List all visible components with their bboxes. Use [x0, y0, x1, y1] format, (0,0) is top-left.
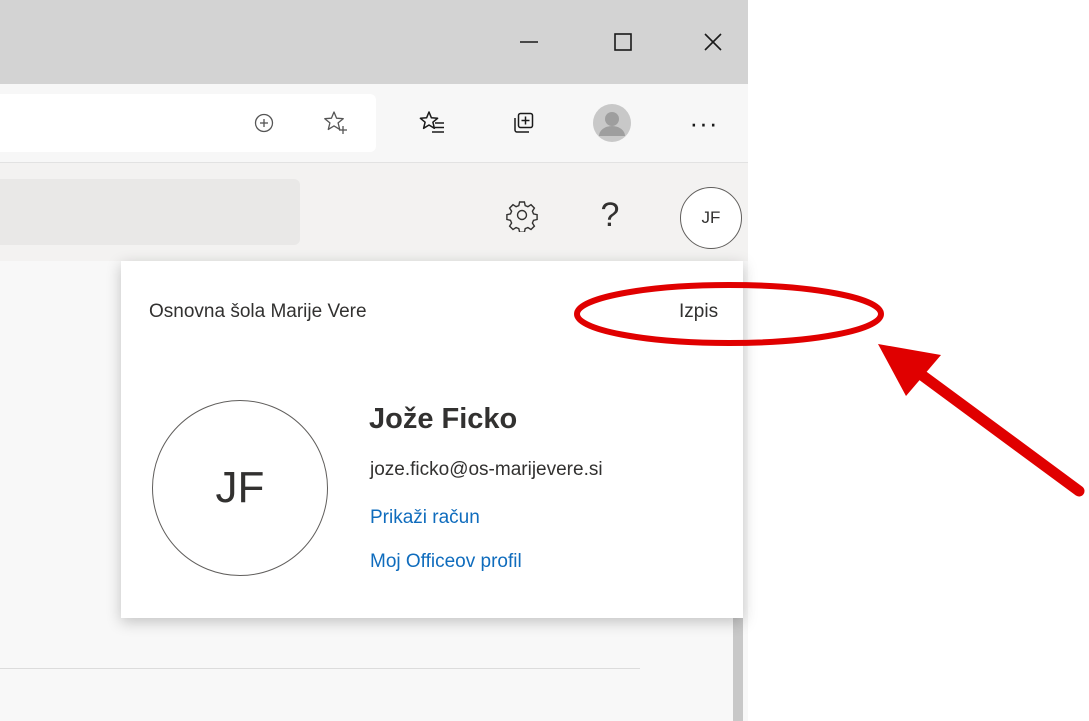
collections-icon: [514, 112, 534, 133]
profile-icon: [593, 104, 631, 142]
pointer-arrow: [878, 344, 1085, 497]
minimize-icon: [520, 41, 538, 43]
account-manager-card: Osnovna šola Marije Vere Izpis JF Jože F…: [121, 261, 743, 618]
close-button[interactable]: [668, 0, 758, 84]
profile-button[interactable]: [590, 101, 634, 145]
add-icon: [254, 113, 274, 133]
gear-icon: [506, 201, 538, 232]
browser-title-bar: [0, 0, 748, 84]
sign-out-link[interactable]: Izpis: [679, 301, 718, 323]
favorites-button[interactable]: [410, 101, 454, 145]
help-button[interactable]: ?: [590, 189, 630, 241]
office-profile-link[interactable]: Moj Officeov profil: [370, 551, 522, 573]
content-divider: [0, 668, 640, 669]
account-avatar-button[interactable]: JF: [680, 187, 742, 249]
favorites-list-icon: [419, 111, 444, 133]
view-account-link[interactable]: Prikaži račun: [370, 507, 480, 529]
close-icon: [704, 33, 722, 51]
address-bar[interactable]: [0, 94, 376, 152]
minimize-button[interactable]: [484, 0, 574, 84]
favorite-star-add-icon: [324, 111, 347, 134]
user-email: joze.ficko@os-marijevere.si: [370, 459, 603, 480]
add-to-page-button[interactable]: [242, 101, 286, 145]
office-header: ? JF: [0, 163, 748, 261]
maximize-icon: [614, 33, 632, 51]
user-display-name: Jože Ficko: [369, 403, 518, 435]
search-box[interactable]: [0, 179, 300, 245]
browser-toolbar: ···: [0, 84, 748, 163]
settings-button[interactable]: [500, 193, 544, 237]
more-options-button[interactable]: ···: [682, 101, 726, 145]
screenshot: ··· ? JF Osnovna šola Marije Vere Izpis …: [0, 0, 1089, 721]
maximize-button[interactable]: [578, 0, 668, 84]
add-favorite-button[interactable]: [314, 101, 358, 145]
account-avatar-large: JF: [152, 400, 328, 576]
organization-name: Osnovna šola Marije Vere: [149, 301, 367, 322]
collections-button[interactable]: [501, 101, 545, 145]
